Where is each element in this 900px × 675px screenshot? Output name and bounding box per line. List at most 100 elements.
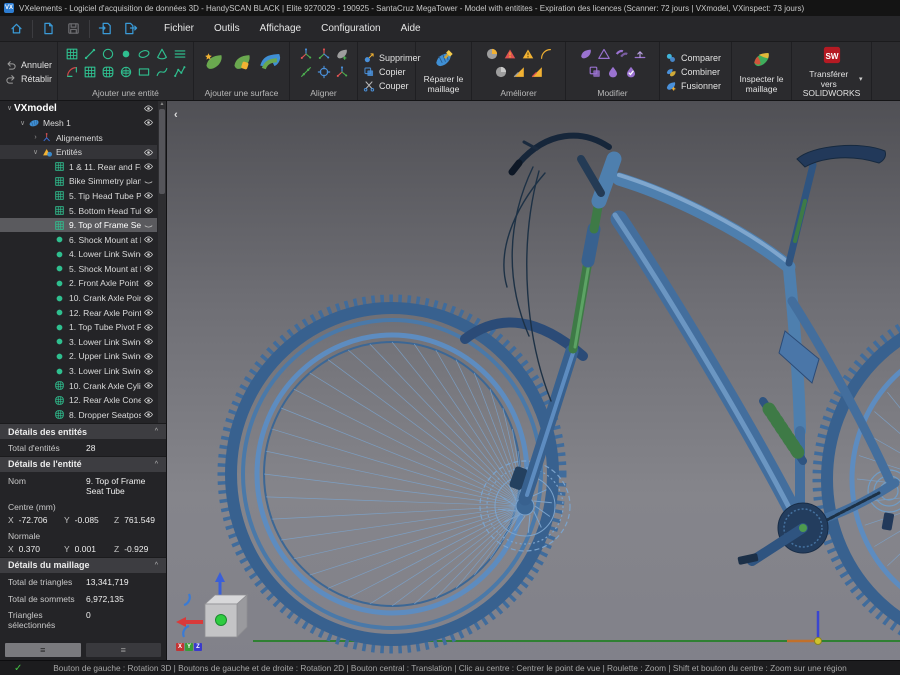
import-icon[interactable] [93,18,118,40]
modify-check-icon[interactable] [622,63,640,81]
tree-item-12-rear-axle-cone[interactable]: 12. Rear Axle Cone [0,393,157,408]
entity-roundgrid-icon[interactable] [99,63,117,81]
chevron-down-icon[interactable]: ∨ [31,148,40,156]
tree-item-alignements[interactable]: ›Alignements [0,130,157,145]
align-target-icon[interactable] [315,63,333,81]
tree-scrollbar[interactable]: ▲ [158,101,166,423]
menu-affichage[interactable]: Affichage [251,19,311,38]
align-points-icon[interactable] [297,45,315,63]
eye-open-icon[interactable] [141,103,156,114]
eye-open-icon[interactable] [141,161,156,172]
tree-item-8-dropper-seatpost[interactable]: 8. Dropper Seatpost [0,408,157,423]
align-line-icon[interactable] [297,63,315,81]
tree-item-10-crank-axle-cylin[interactable]: 10. Crank Axle Cylin [0,378,157,393]
eye-open-icon[interactable] [141,293,156,304]
tree-item-9-top-of-frame-seat[interactable]: 9. Top of Frame Seat [0,218,157,233]
navigation-cube[interactable] [173,564,251,642]
tab-tree-view[interactable]: ≡ [5,643,81,657]
eye-open-icon[interactable] [141,336,156,347]
eye-closed-icon[interactable] [141,220,156,231]
eye-open-icon[interactable] [141,190,156,201]
chevron-right-icon[interactable]: › [31,134,40,141]
entity-point-icon[interactable] [117,45,135,63]
copier-button[interactable]: Copier [360,66,413,79]
retablir-button[interactable]: Rétablir [2,73,55,86]
tree-item-6-shock-mount-at-l[interactable]: 6. Shock Mount at L [0,232,157,247]
home-icon[interactable] [4,18,29,40]
entity-details-header[interactable]: Détails de l'entité ^ [0,456,166,472]
save-file-icon[interactable] [61,18,86,40]
surface-manual-icon[interactable] [228,45,256,79]
eye-open-icon[interactable] [141,117,156,128]
fusionner-button[interactable]: Fusionner [662,80,729,93]
tree-item-vxmodel[interactable]: ∨VXmodel [0,101,157,116]
align-triad-icon[interactable] [333,63,351,81]
menu-fichier[interactable]: Fichier [155,19,203,38]
eye-open-icon[interactable] [141,147,156,158]
tree-item-entites[interactable]: ∨Entités [0,145,157,160]
entity-line-icon[interactable] [81,45,99,63]
tree-item-4-lower-link-swing[interactable]: 4. Lower Link Swing [0,247,157,262]
entity-cone-icon[interactable] [153,45,171,63]
transfer-solidworks-button[interactable]: SW Transférer vers▾ SOLIDWORKS [801,45,863,99]
scrollbar-thumb[interactable] [159,109,165,194]
eye-open-icon[interactable] [141,263,156,274]
comparer-button[interactable]: Comparer [662,52,729,65]
tree-item-5-bottom-head-tub[interactable]: 5. Bottom Head Tub [0,203,157,218]
eye-open-icon[interactable] [141,278,156,289]
tree-item-3-lower-link-swing[interactable]: 3. Lower Link Swing [0,335,157,350]
surface-auto-icon[interactable] [200,45,228,79]
tree-item-10-crank-axle-point[interactable]: 10. Crank Axle Point [0,291,157,306]
modify-triangle-icon[interactable] [595,45,613,63]
improve-boundary-icon[interactable] [537,45,555,63]
new-file-icon[interactable] [36,18,61,40]
entity-arc-icon[interactable] [63,63,81,81]
tab-list-view[interactable]: ≡ [86,643,162,657]
tree-item-1-11-rear-and-fro[interactable]: 1 & 11. Rear and Fro [0,159,157,174]
mesh-details-header[interactable]: Détails du maillage ^ [0,557,166,573]
eye-open-icon[interactable] [141,322,156,333]
align-surface-icon[interactable] [333,45,351,63]
entity-plane-icon[interactable] [63,45,81,63]
improve-smooth-icon[interactable] [492,63,510,81]
eye-closed-icon[interactable] [141,176,156,187]
chevron-down-icon[interactable]: ∨ [5,104,14,112]
tree-item-5-tip-head-tube-pl[interactable]: 5. Tip Head Tube Pl [0,189,157,204]
annuler-button[interactable]: Annuler [2,59,55,72]
tree-item-12-rear-axle-point[interactable]: 12. Rear Axle Point [0,305,157,320]
improve-fill-hole-icon[interactable] [483,45,501,63]
tree-item-3-lower-link-swing[interactable]: 3. Lower Link Swing [0,364,157,379]
menu-outils[interactable]: Outils [205,19,249,38]
tree-item-5-shock-mount-at-m[interactable]: 5. Shock Mount at M [0,262,157,277]
combiner-button[interactable]: Combiner [662,66,729,79]
align-axes-icon[interactable] [315,45,333,63]
eye-open-icon[interactable] [141,380,156,391]
sidebar-collapse-button[interactable]: ‹ [174,109,178,121]
eye-open-icon[interactable] [141,249,156,260]
eye-open-icon[interactable] [141,234,156,245]
chevron-down-icon[interactable]: ∨ [18,119,27,127]
tree-item-2-front-axle-point[interactable]: 2. Front Axle Point [0,276,157,291]
entity-curve-icon[interactable] [153,63,171,81]
tree-item-2-upper-link-swing[interactable]: 2. Upper Link Swing [0,349,157,364]
improve-refine-icon[interactable] [528,63,546,81]
entity-polyline-icon[interactable] [171,63,189,81]
eye-open-icon[interactable] [141,366,156,377]
improve-defect-icon[interactable] [501,45,519,63]
eye-open-icon[interactable] [141,351,156,362]
modify-patch-icon[interactable] [577,45,595,63]
modify-boolean-icon[interactable] [586,63,604,81]
modify-separate-icon[interactable] [613,45,631,63]
entity-circle-icon[interactable] [99,45,117,63]
improve-decimate-icon[interactable] [510,63,528,81]
supprimer-button[interactable]: Supprimer [360,52,413,65]
entity-ellipse-icon[interactable] [135,45,153,63]
3d-viewport[interactable]: ‹ X Y Z [167,101,900,660]
tree-item-bike-simmetry-plane[interactable]: Bike Simmetry plane [0,174,157,189]
couper-button[interactable]: Couper [360,80,413,93]
entities-details-header[interactable]: Détails des entités ^ [0,423,166,439]
eye-open-icon[interactable] [141,205,156,216]
entity-grid-icon[interactable] [81,63,99,81]
entity-rectangle-icon[interactable] [135,63,153,81]
menu-aide[interactable]: Aide [392,19,430,38]
